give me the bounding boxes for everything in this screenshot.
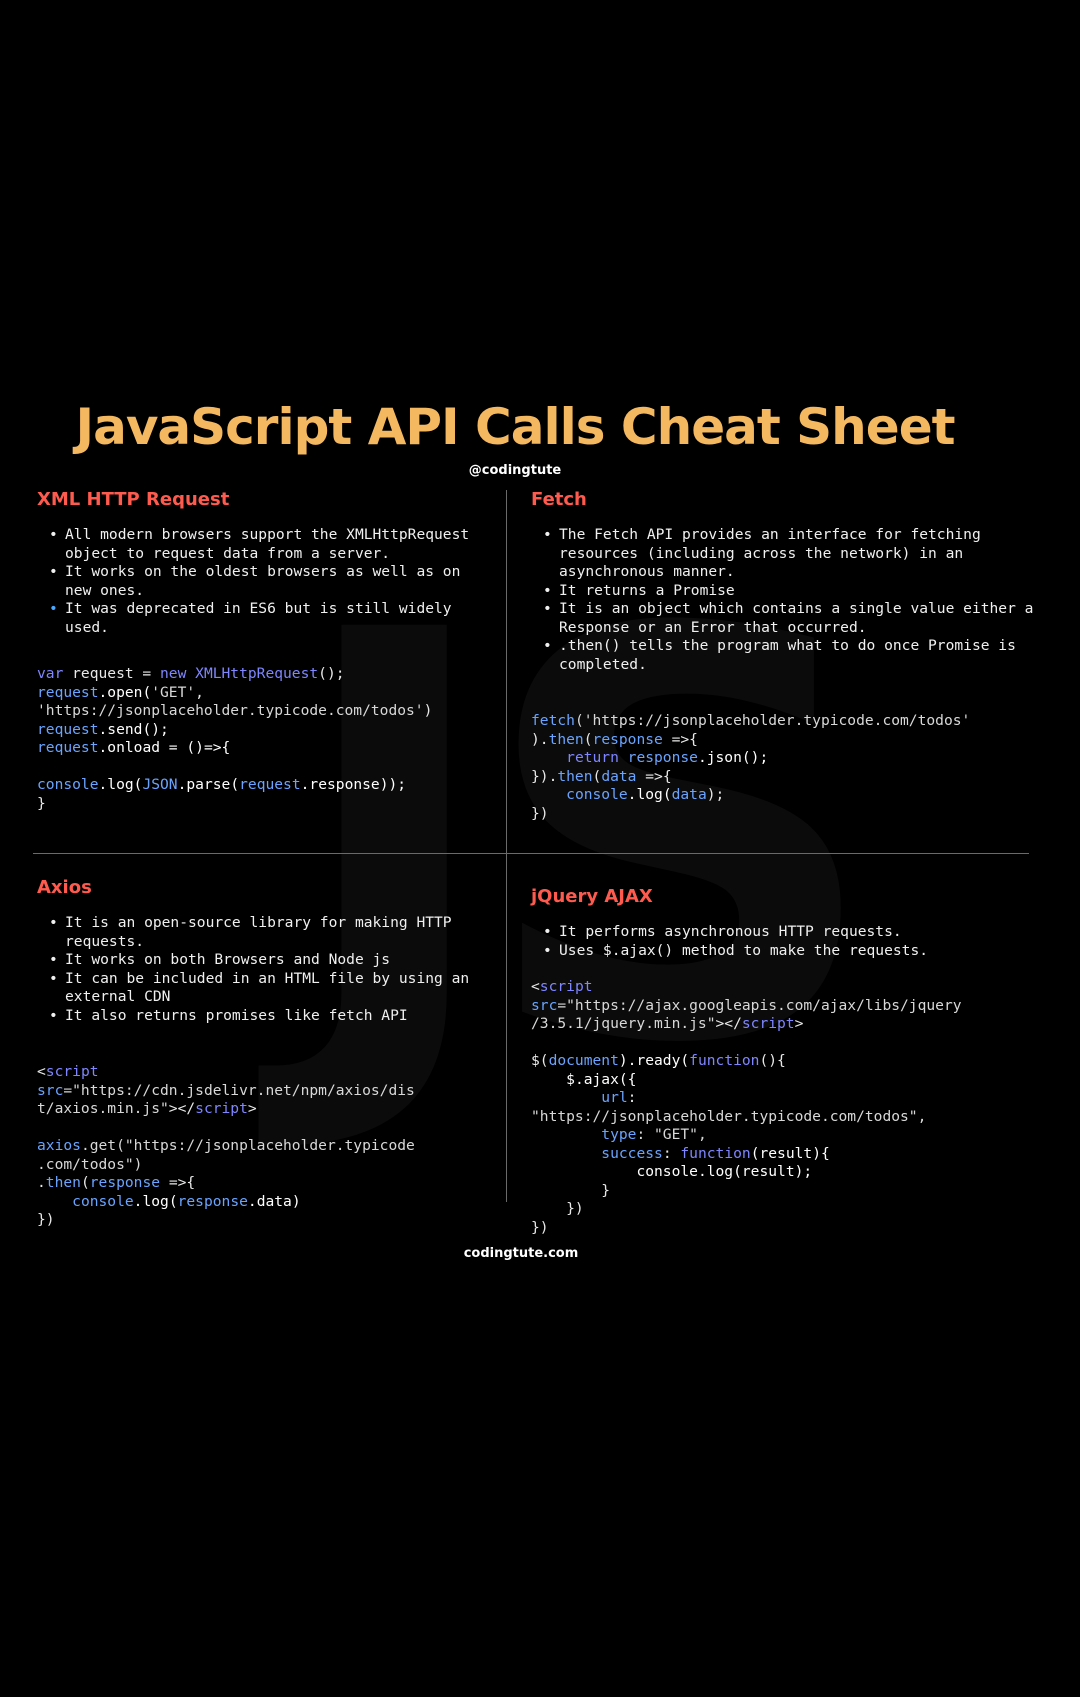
section-axios: Axios It is an open-source library for m… xyxy=(37,877,497,1230)
code-block: <script src="https://cdn.jsdelivr.net/np… xyxy=(37,1063,415,1228)
horizontal-divider xyxy=(33,853,1029,854)
section-fetch: Fetch The Fetch API provides an interfac… xyxy=(531,489,1041,823)
section-heading: jQuery AJAX xyxy=(531,886,653,907)
section-jquery: jQuery AJAX It performs asynchronous HTT… xyxy=(531,886,1041,1237)
list-item: It was deprecated in ES6 but is still wi… xyxy=(49,600,485,637)
footer-url: codingtute.com xyxy=(463,1246,579,1261)
list-item: Uses $.ajax() method to make the request… xyxy=(543,942,1039,961)
list-item: The Fetch API provides an interface for … xyxy=(543,526,1039,582)
list-item: It can be included in an HTML file by us… xyxy=(49,970,495,1007)
bullet-list: The Fetch API provides an interface for … xyxy=(531,526,1039,674)
list-item: All modern browsers support the XMLHttpR… xyxy=(49,526,485,563)
vertical-divider xyxy=(506,490,507,1202)
list-item: It returns a Promise xyxy=(543,582,1039,601)
code-block: fetch('https://jsonplaceholder.typicode.… xyxy=(531,712,971,822)
list-item: It is an object which contains a single … xyxy=(543,600,1039,637)
section-heading: XML HTTP Request xyxy=(37,489,230,510)
list-item: It also returns promises like fetch API xyxy=(49,1007,495,1026)
list-item: It performs asynchronous HTTP requests. xyxy=(543,923,1039,942)
code-block: var request = new XMLHttpRequest(); requ… xyxy=(37,665,433,812)
list-item: It works on both Browsers and Node js xyxy=(49,951,495,970)
bullet-list: All modern browsers support the XMLHttpR… xyxy=(37,526,485,637)
code-block: <script src="https://ajax.googleapis.com… xyxy=(531,978,962,1236)
section-heading: Axios xyxy=(37,877,92,898)
author-handle: @codingtute xyxy=(468,463,562,478)
section-xhr: XML HTTP Request All modern browsers sup… xyxy=(37,489,497,813)
list-item: .then() tells the program what to do onc… xyxy=(543,637,1039,674)
list-item: It works on the oldest browsers as well … xyxy=(49,563,485,600)
page-title: JavaScript API Calls Cheat Sheet xyxy=(75,398,955,456)
list-item: It is an open-source library for making … xyxy=(49,914,495,951)
section-heading: Fetch xyxy=(531,489,587,510)
bullet-list: It is an open-source library for making … xyxy=(37,914,495,1025)
bullet-list: It performs asynchronous HTTP requests. … xyxy=(531,923,1039,960)
